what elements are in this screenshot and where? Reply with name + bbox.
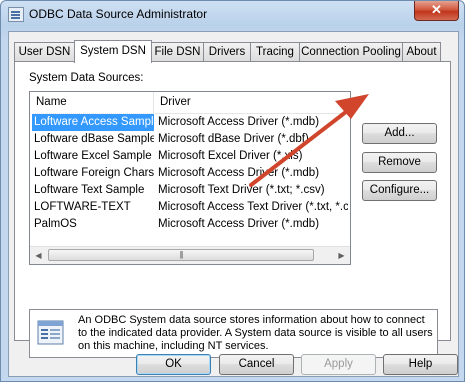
cancel-button[interactable]: Cancel xyxy=(219,354,294,375)
row-name: Loftware Text Sample xyxy=(34,184,145,196)
tab-user-dsn[interactable]: User DSN xyxy=(14,42,75,61)
list-row[interactable]: Loftware Foreign Charset Microsoft Acces… xyxy=(30,165,350,182)
tab-system-dsn[interactable]: System DSN xyxy=(74,40,152,63)
row-name: LOFTWARE-TEXT xyxy=(34,201,131,213)
info-description: An ODBC System data source stores inform… xyxy=(78,314,433,352)
scrollbar-thumb[interactable]: ||| xyxy=(48,249,314,261)
column-header-name[interactable]: Name xyxy=(30,92,154,113)
apply-button[interactable]: Apply xyxy=(301,354,376,375)
data-source-info-icon xyxy=(37,320,64,345)
ok-button[interactable]: OK xyxy=(136,354,211,375)
tab-connection-pooling[interactable]: Connection Pooling xyxy=(299,42,403,61)
row-name: Loftware dBase Sample xyxy=(34,133,154,145)
remove-button[interactable]: Remove xyxy=(362,152,437,173)
window-title: ODBC Data Source Administrator xyxy=(29,7,208,21)
row-driver: Microsoft Access Driver (*.mdb) xyxy=(158,167,320,179)
data-sources-list[interactable]: Name Driver Loftware Access Sample Micro… xyxy=(29,91,351,265)
horizontal-scrollbar[interactable]: ◀ ||| ▶ xyxy=(30,246,350,264)
list-header: Name Driver xyxy=(30,92,350,114)
dialog-window: ODBC Data Source Administrator ✕ User DS… xyxy=(0,0,465,382)
system-data-sources-label: System Data Sources: xyxy=(29,72,144,84)
tab-drivers[interactable]: Drivers xyxy=(203,42,251,61)
row-name: Loftware Excel Sample xyxy=(34,150,152,162)
list-rows: Loftware Access Sample Microsoft Access … xyxy=(30,113,350,233)
tab-file-dsn[interactable]: File DSN xyxy=(151,42,204,61)
row-name: Loftware Access Sample xyxy=(31,113,155,132)
title-bar: ODBC Data Source Administrator ✕ xyxy=(1,1,464,29)
row-name: PalmOS xyxy=(34,218,77,230)
scroll-left-icon[interactable]: ◀ xyxy=(30,247,47,264)
list-row[interactable]: LOFTWARE-TEXT Microsoft Access Text Driv… xyxy=(30,199,350,216)
row-driver: Microsoft dBase Driver (*.dbf) xyxy=(158,133,309,145)
row-driver: Microsoft Text Driver (*.txt; *.csv) xyxy=(158,184,325,196)
close-button[interactable]: ✕ xyxy=(414,1,459,21)
list-row[interactable]: Loftware Text Sample Microsoft Text Driv… xyxy=(30,182,350,199)
row-driver: Microsoft Access Driver (*.mdb) xyxy=(158,218,320,230)
configure-button[interactable]: Configure... xyxy=(362,180,437,201)
thumb-grip-icon: ||| xyxy=(179,250,183,259)
row-driver: Microsoft Excel Driver (*.xls) xyxy=(158,150,303,162)
help-button[interactable]: Help xyxy=(383,354,458,375)
row-driver: Microsoft Access Text Driver (*.txt, *.c xyxy=(158,201,348,213)
row-driver: Microsoft Access Driver (*.mdb) xyxy=(158,116,320,128)
system-dsn-panel: System Data Sources: Name Driver Loftwar… xyxy=(14,61,451,358)
odbc-app-icon xyxy=(8,7,24,22)
tab-tracing[interactable]: Tracing xyxy=(250,42,300,61)
scroll-right-icon[interactable]: ▶ xyxy=(333,247,350,264)
row-name: Loftware Foreign Charset xyxy=(34,167,154,179)
list-row[interactable]: Loftware dBase Sample Microsoft dBase Dr… xyxy=(30,131,350,148)
info-box: An ODBC System data source stores inform… xyxy=(29,309,438,358)
column-header-driver[interactable]: Driver xyxy=(154,92,350,113)
list-row[interactable]: Loftware Access Sample Microsoft Access … xyxy=(30,113,350,132)
list-row[interactable]: PalmOS Microsoft Access Driver (*.mdb) xyxy=(30,216,350,233)
add-button[interactable]: Add... xyxy=(362,123,437,144)
dialog-client-area: User DSN System DSN File DSN Drivers Tra… xyxy=(8,31,459,377)
list-row[interactable]: Loftware Excel Sample Microsoft Excel Dr… xyxy=(30,148,350,165)
tab-about[interactable]: About xyxy=(402,42,441,61)
